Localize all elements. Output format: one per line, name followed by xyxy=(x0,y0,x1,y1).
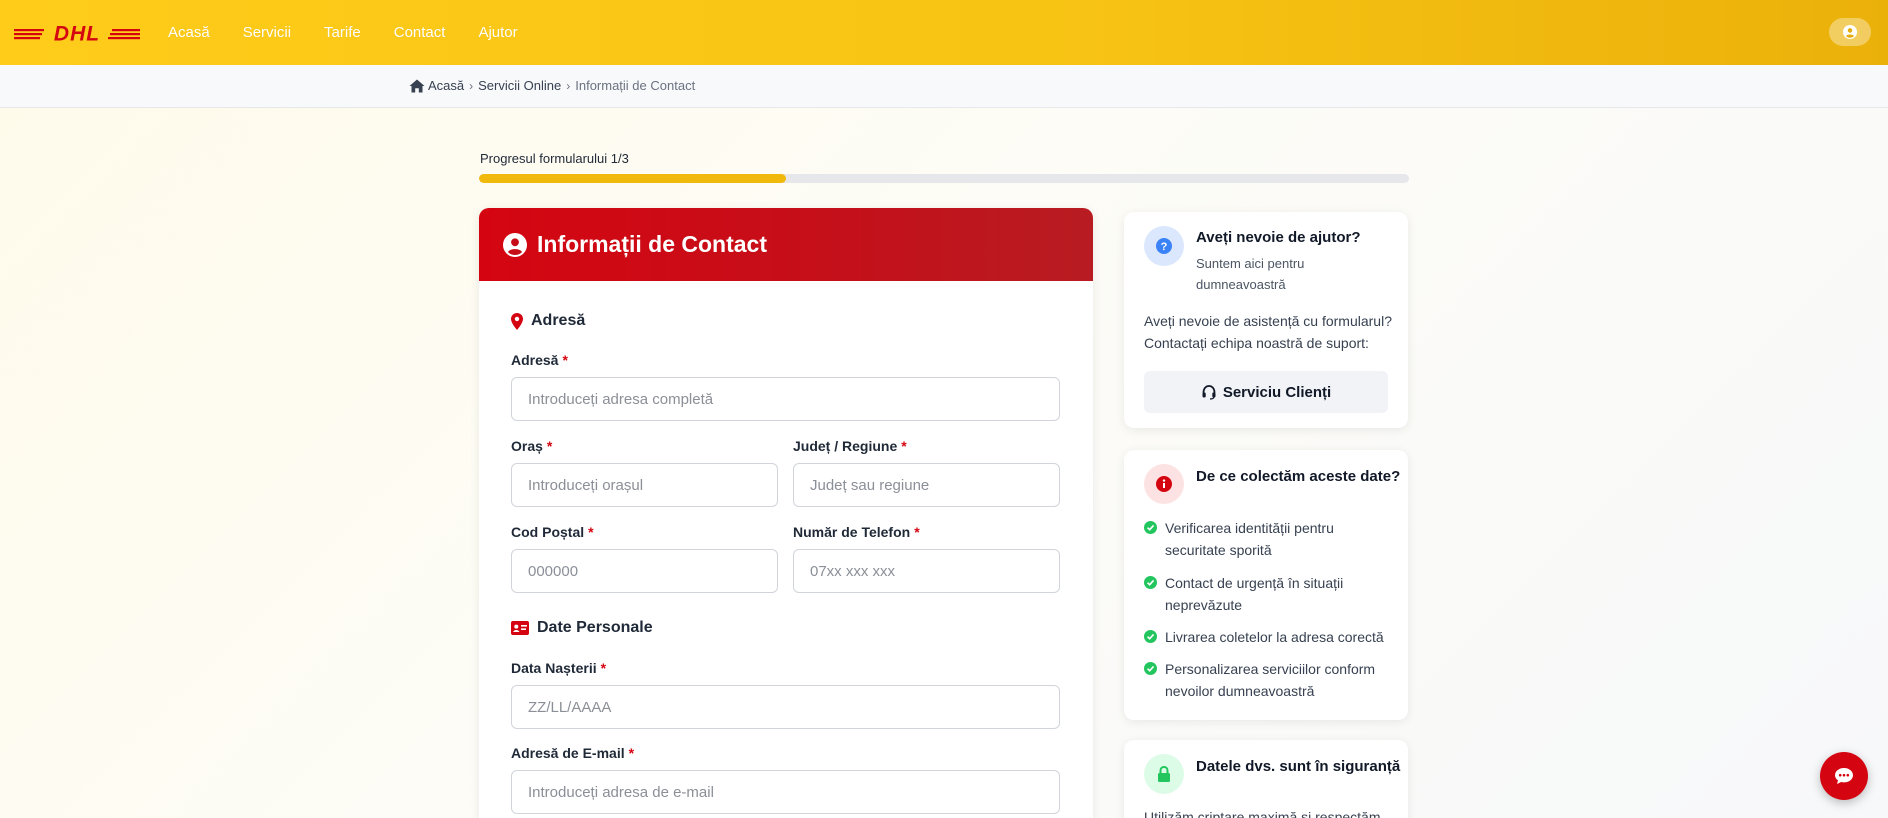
help-badge: ? xyxy=(1144,226,1184,266)
address-section-heading: Adresă xyxy=(511,312,585,330)
email-input[interactable] xyxy=(511,770,1060,814)
svg-text:?: ? xyxy=(1161,241,1168,253)
help-card: ? Aveți nevoie de ajutor? Suntem aici pe… xyxy=(1124,212,1408,428)
required-mark: * xyxy=(600,660,607,676)
progress-label: Progresul formularului 1/3 xyxy=(480,151,629,166)
why-data-card: De ce colectăm aceste date? Verificarea … xyxy=(1124,450,1408,720)
phone-label: Număr de Telefon * xyxy=(793,524,920,540)
question-circle-icon: ? xyxy=(1156,238,1172,254)
reason-text: Verificarea identității pentru securitat… xyxy=(1165,520,1334,558)
breadcrumb-bar: Acasă › Servicii Online › Informații de … xyxy=(0,65,1888,108)
form-header: Informații de Contact xyxy=(479,208,1093,281)
nav-contact[interactable]: Contact xyxy=(394,24,446,41)
form-title: Informații de Contact xyxy=(537,231,768,257)
user-circle-icon xyxy=(503,232,527,257)
nav-servicii[interactable]: Servicii xyxy=(243,24,291,41)
customer-service-label: Serviciu Clienți xyxy=(1222,383,1332,401)
breadcrumb-home[interactable]: Acasă xyxy=(428,78,464,93)
postal-code-input[interactable] xyxy=(511,549,778,593)
data-safety-card: Datele dvs. sunt în siguranță Utilizăm c… xyxy=(1124,740,1408,818)
personal-section-heading: Date Personale xyxy=(511,619,653,637)
phone-label-text: Număr de Telefon xyxy=(793,524,911,540)
county-label: Județ / Regiune * xyxy=(793,438,907,454)
info-badge xyxy=(1144,464,1184,504)
chat-button[interactable] xyxy=(1820,752,1868,800)
main-nav: Acasă Servicii Tarife Contact Ajutor xyxy=(168,0,551,65)
chevron-right-icon: › xyxy=(469,78,474,93)
breadcrumb: Acasă › Servicii Online › Informații de … xyxy=(409,78,695,93)
chevron-right-icon: › xyxy=(566,78,571,93)
customer-service-button[interactable]: Serviciu Clienți xyxy=(1144,371,1388,413)
reason-text: Livrarea coletelor la adresa corectă xyxy=(1165,629,1384,645)
personal-section-title: Date Personale xyxy=(537,619,653,636)
lock-icon xyxy=(1158,766,1170,782)
required-mark: * xyxy=(546,438,553,454)
check-circle-icon xyxy=(1144,630,1157,643)
lock-badge xyxy=(1144,754,1184,794)
required-mark: * xyxy=(628,745,635,761)
help-card-title: Aveți nevoie de ajutor? xyxy=(1196,229,1361,246)
progress-bar xyxy=(479,174,1409,183)
phone-input[interactable] xyxy=(793,549,1060,593)
breadcrumb-current: Informații de Contact xyxy=(575,78,696,93)
contact-form-card: Informații de Contact Adresă Adresă* Ora… xyxy=(479,208,1093,818)
help-card-subtitle: Suntem aici pentru dumneavoastră xyxy=(1196,256,1305,292)
email-label: Adresă de E-mail * xyxy=(511,745,634,761)
county-label-text: Județ / Regiune xyxy=(793,438,898,454)
reason-item: Contact de urgență în situații neprevăzu… xyxy=(1144,572,1394,616)
headset-icon xyxy=(1202,385,1216,400)
postal-code-label-text: Cod Poștal xyxy=(511,524,585,540)
help-card-text: Aveți nevoie de asistență cu formularul?… xyxy=(1144,313,1392,351)
address-label-text: Adresă xyxy=(511,352,559,368)
safety-card-title: Datele dvs. sunt în siguranță xyxy=(1196,758,1401,775)
why-card-title: De ce colectăm aceste date? xyxy=(1196,468,1401,485)
breadcrumb-section[interactable]: Servicii Online xyxy=(478,78,561,93)
email-label-text: Adresă de E-mail xyxy=(511,745,625,761)
dob-input[interactable] xyxy=(511,685,1060,729)
check-circle-icon xyxy=(1144,521,1157,534)
safety-card-text: Utilizăm criptare maximă și respectăm xyxy=(1144,809,1381,818)
info-circle-icon xyxy=(1156,476,1172,492)
id-card-icon xyxy=(511,621,529,635)
postal-code-label: Cod Poștal * xyxy=(511,524,594,540)
check-circle-icon xyxy=(1144,662,1157,675)
reason-text: Contact de urgență în situații neprevăzu… xyxy=(1165,575,1344,613)
reason-text: Personalizarea serviciilor conform nevoi… xyxy=(1165,661,1376,699)
reason-item: Livrarea coletelor la adresa corectă xyxy=(1144,626,1394,648)
nav-ajutor[interactable]: Ajutor xyxy=(478,24,517,41)
user-circle-icon xyxy=(1843,25,1857,39)
city-input[interactable] xyxy=(511,463,778,507)
county-input[interactable] xyxy=(793,463,1060,507)
address-input[interactable] xyxy=(511,377,1060,421)
dob-label: Data Nașterii * xyxy=(511,660,606,676)
top-header: DHL Acasă Servicii Tarife Contact Ajutor xyxy=(0,0,1888,65)
svg-text:DHL: DHL xyxy=(54,23,100,46)
required-mark: * xyxy=(901,438,907,454)
check-circle-icon xyxy=(1144,576,1157,589)
progress-fill xyxy=(479,174,786,183)
required-mark: * xyxy=(914,524,920,540)
nav-tarife[interactable]: Tarife xyxy=(324,24,361,41)
home-icon[interactable] xyxy=(409,79,425,93)
reason-item: Personalizarea serviciilor conform nevoi… xyxy=(1144,658,1394,702)
required-mark: * xyxy=(588,524,594,540)
user-account-button[interactable] xyxy=(1829,18,1871,46)
address-section-title: Adresă xyxy=(531,312,586,329)
required-mark: * xyxy=(562,352,568,368)
dhl-logo[interactable]: DHL xyxy=(14,20,140,46)
chat-bubble-icon xyxy=(1835,768,1853,784)
city-label-text: Oraș xyxy=(511,438,543,454)
dob-label-text: Data Nașterii xyxy=(511,660,597,676)
address-label: Adresă * xyxy=(511,352,568,368)
nav-acasa[interactable]: Acasă xyxy=(168,24,210,41)
city-label: Oraș * xyxy=(511,438,552,454)
map-pin-icon xyxy=(511,312,523,330)
reason-item: Verificarea identității pentru securitat… xyxy=(1144,517,1394,561)
